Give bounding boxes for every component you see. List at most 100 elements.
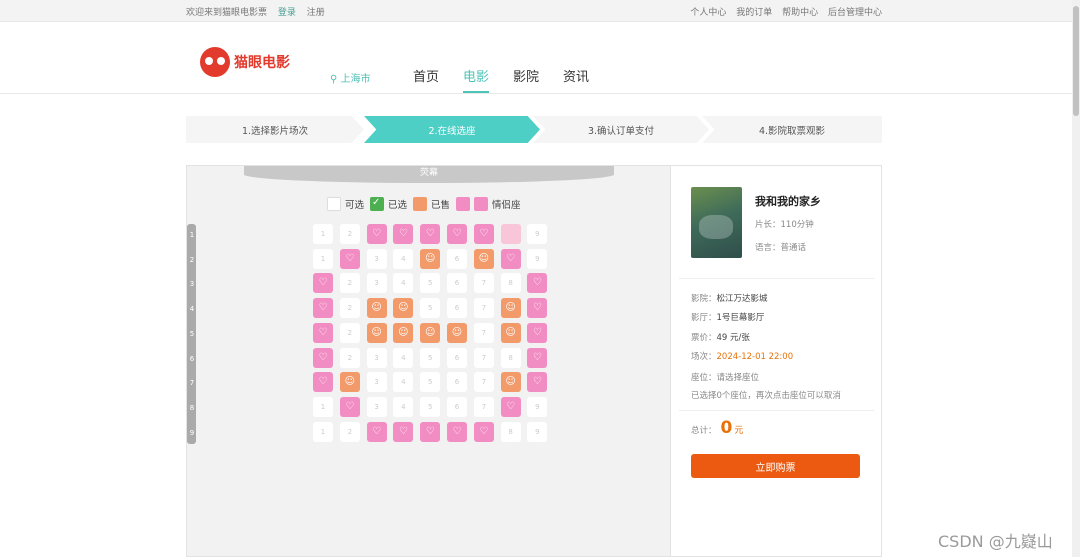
seat-couple[interactable]: ♡ (420, 224, 441, 244)
heart-icon: ♡ (479, 228, 489, 239)
register-link[interactable]: 注册 (307, 8, 325, 18)
seat-couple[interactable]: ♡ (500, 396, 521, 417)
price-label: 票价： (691, 333, 717, 343)
seat-couple[interactable] (500, 224, 521, 244)
seat-couple[interactable]: ♡ (527, 273, 548, 294)
seat-sold: ☺ (366, 298, 387, 319)
seat-couple[interactable]: ♡ (313, 322, 333, 343)
seat-sold: ☺ (473, 248, 494, 269)
login-link[interactable]: 登录 (278, 8, 296, 18)
seat-available[interactable]: 3 (366, 273, 387, 294)
seat-available[interactable]: 1 (313, 224, 333, 244)
seat-available[interactable]: 9 (527, 224, 548, 244)
seat-available[interactable]: 5 (420, 372, 441, 393)
seat-available[interactable]: 5 (420, 347, 441, 368)
seat-couple[interactable]: ♡ (366, 421, 387, 442)
step-pickup-ticket: 4.影院取票观影 (702, 116, 882, 143)
seat-available[interactable]: 2 (339, 347, 360, 368)
nav-movies[interactable]: 电影 (463, 66, 490, 93)
seat-available[interactable]: 3 (366, 372, 387, 393)
personal-center-link[interactable]: 个人中心 (690, 8, 726, 18)
seat-sold: ☺ (339, 372, 360, 393)
seat-couple[interactable]: ♡ (393, 224, 414, 244)
seat-couple[interactable]: ♡ (473, 224, 494, 244)
seat-couple[interactable]: ♡ (339, 248, 360, 269)
seat-available[interactable]: 7 (473, 396, 494, 417)
seat-available[interactable]: 6 (447, 273, 467, 294)
seat-available[interactable]: 4 (393, 347, 414, 368)
seat-available[interactable]: 7 (473, 322, 494, 343)
seat-available[interactable]: 2 (339, 273, 360, 294)
seat-available[interactable]: 4 (393, 372, 414, 393)
seat-couple[interactable]: ♡ (339, 396, 360, 417)
seat-available[interactable]: 8 (500, 273, 521, 294)
hall-name: 1号巨幕影厅 (716, 313, 765, 323)
seat-available[interactable]: 2 (339, 298, 360, 319)
seat-available[interactable]: 2 (339, 224, 360, 244)
scrollbar-thumb[interactable] (1073, 6, 1079, 116)
seat-couple[interactable]: ♡ (420, 421, 441, 442)
seat-available[interactable]: 6 (447, 298, 467, 319)
row-label: 4 (189, 305, 195, 314)
seat-couple[interactable]: ♡ (366, 224, 387, 244)
seat-available[interactable]: 6 (447, 396, 467, 417)
price-row: 票价：49 元/张 (691, 331, 750, 343)
seat-available[interactable]: 7 (473, 372, 494, 393)
buy-now-button[interactable]: 立即购票 (691, 454, 860, 478)
nav-home[interactable]: 首页 (413, 66, 439, 93)
seat-available[interactable]: 2 (339, 421, 360, 442)
seat-couple[interactable]: ♡ (313, 273, 333, 294)
seat-available[interactable]: 3 (366, 248, 387, 269)
nav-news[interactable]: 资讯 (563, 66, 589, 93)
seat-available[interactable]: 4 (393, 273, 414, 294)
seat-couple[interactable]: ♡ (447, 224, 467, 244)
seat-couple[interactable]: ♡ (473, 421, 494, 442)
step-confirm-pay: 3.确认订单支付 (533, 116, 709, 143)
seat-available[interactable]: 5 (420, 273, 441, 294)
seat-available[interactable]: 9 (527, 421, 548, 442)
person-icon: ☺ (344, 376, 356, 388)
seat-available[interactable]: 7 (473, 298, 494, 319)
order-info-panel: 我和我的家乡 片长：110分钟 语言：普通话 影院：松江万达影城 影厅：1号巨幕… (671, 165, 882, 557)
seat-couple[interactable]: ♡ (313, 298, 333, 319)
seat-available[interactable]: 7 (473, 273, 494, 294)
seat-available[interactable]: 6 (447, 372, 467, 393)
row-label: 7 (189, 379, 195, 388)
seat-couple[interactable]: ♡ (500, 248, 521, 269)
seat-available[interactable]: 8 (500, 347, 521, 368)
page-scrollbar[interactable] (1072, 0, 1080, 557)
help-center-link[interactable]: 帮助中心 (782, 8, 818, 18)
seat-available[interactable]: 9 (527, 248, 548, 269)
seat-couple[interactable]: ♡ (527, 322, 548, 343)
seat-available[interactable]: 1 (313, 248, 333, 269)
my-orders-link[interactable]: 我的订单 (736, 8, 772, 18)
seat-available[interactable]: 2 (339, 322, 360, 343)
seat-available[interactable]: 5 (420, 396, 441, 417)
seat-available[interactable]: 7 (473, 347, 494, 368)
city-selector[interactable]: ⚲ 上海市 (330, 70, 371, 85)
admin-center-link[interactable]: 后台管理中心 (828, 8, 882, 18)
seat-couple[interactable]: ♡ (527, 298, 548, 319)
seat-available[interactable]: 1 (313, 421, 333, 442)
showtime-label: 场次： (691, 352, 717, 362)
seat-available[interactable]: 1 (313, 396, 333, 417)
seat-available[interactable]: 3 (366, 347, 387, 368)
seat-available[interactable]: 6 (447, 347, 467, 368)
seat-available[interactable]: 9 (527, 396, 548, 417)
seat-available[interactable]: 8 (500, 421, 521, 442)
heart-icon: ♡ (532, 302, 542, 314)
site-logo[interactable]: 猫眼电影 (200, 47, 290, 77)
seat-couple[interactable]: ♡ (313, 372, 333, 393)
person-icon: ☺ (424, 252, 436, 264)
seat-available[interactable]: 4 (393, 396, 414, 417)
seat-couple[interactable]: ♡ (393, 421, 414, 442)
seat-available[interactable]: 6 (447, 248, 467, 269)
seat-available[interactable]: 4 (393, 248, 414, 269)
seat-couple[interactable]: ♡ (527, 347, 548, 368)
seat-available[interactable]: 3 (366, 396, 387, 417)
seat-couple[interactable]: ♡ (313, 347, 333, 368)
seat-available[interactable]: 5 (420, 298, 441, 319)
nav-cinemas[interactable]: 影院 (513, 66, 539, 93)
seat-couple[interactable]: ♡ (447, 421, 467, 442)
seat-couple[interactable]: ♡ (527, 372, 548, 393)
